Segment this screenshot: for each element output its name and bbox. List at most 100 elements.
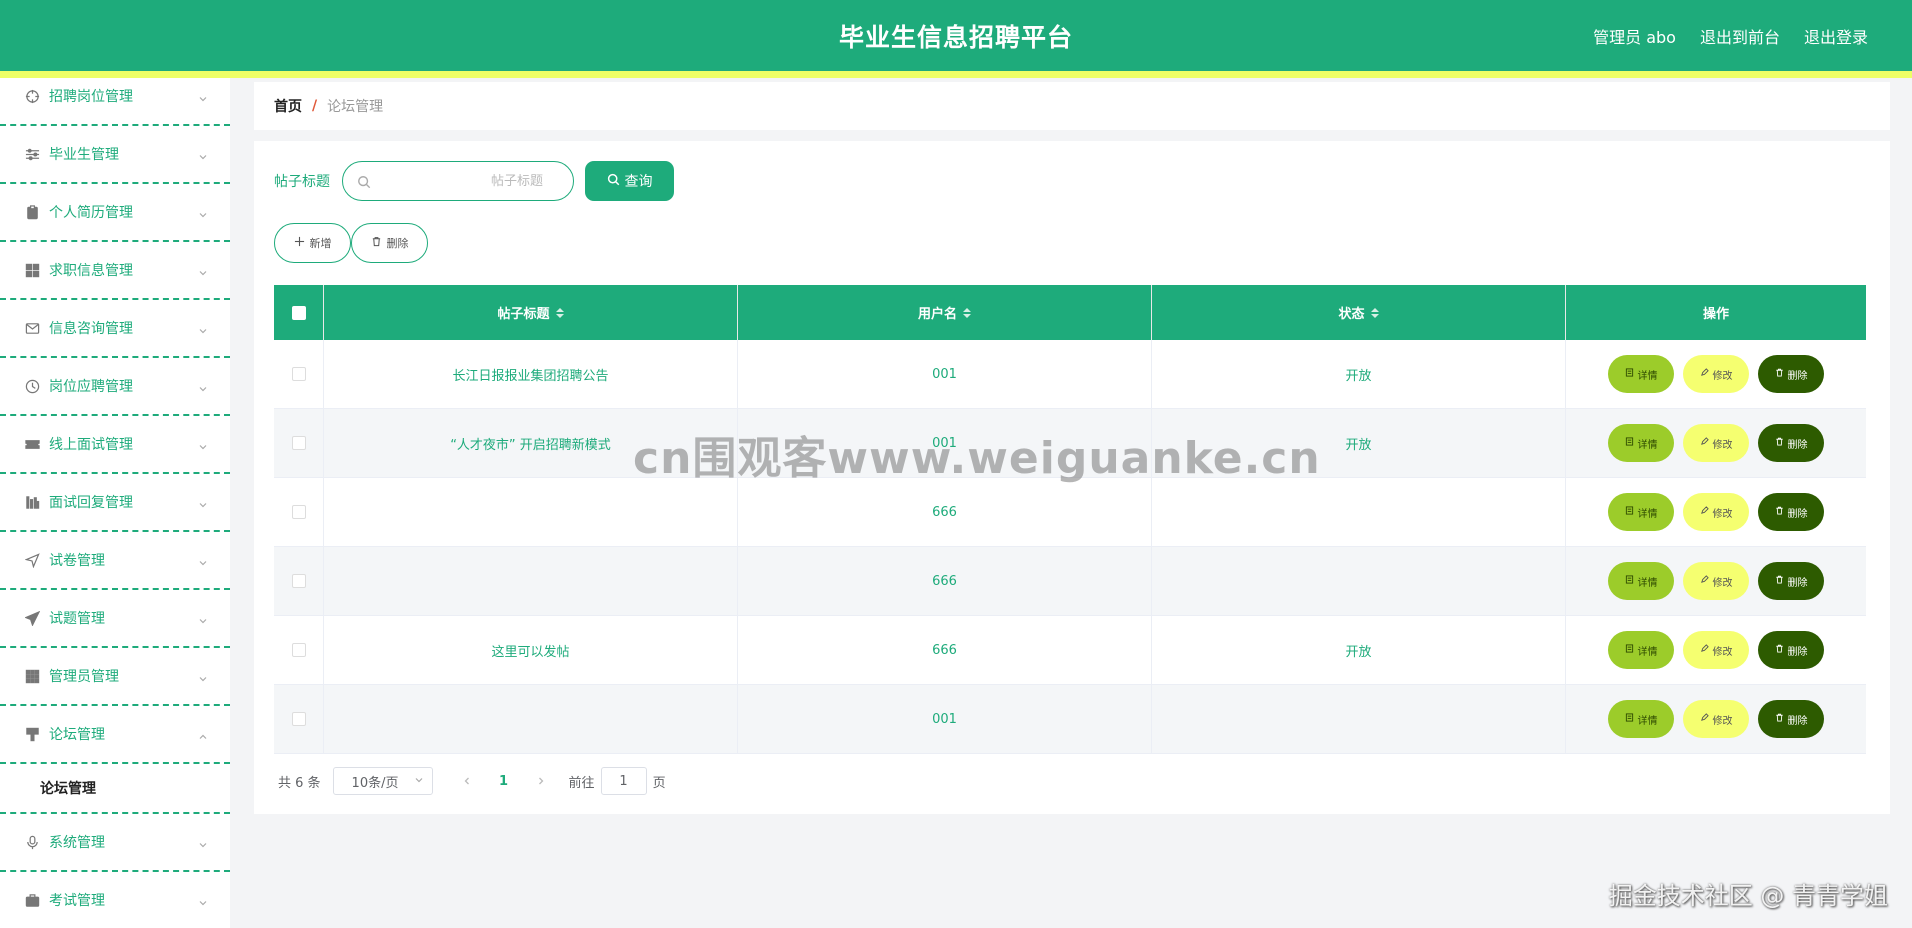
- detail-button[interactable]: 详情: [1608, 424, 1674, 462]
- detail-button[interactable]: 详情: [1608, 700, 1674, 738]
- submenu-item-forum[interactable]: 论坛管理: [0, 764, 230, 814]
- brush-icon: [24, 726, 40, 742]
- chevron-down-icon: [198, 89, 208, 102]
- prev-page-button[interactable]: [455, 767, 479, 795]
- document-icon: [1625, 368, 1634, 380]
- sidebar-item-label: 信息咨询管理: [49, 321, 133, 337]
- header-status[interactable]: 状态: [1152, 285, 1566, 340]
- batch-delete-button[interactable]: 删除: [351, 223, 428, 263]
- row-checkbox[interactable]: [291, 643, 306, 657]
- sidebar-item-4[interactable]: 信息咨询管理: [0, 300, 230, 358]
- search-box[interactable]: [342, 161, 574, 201]
- row-checkbox[interactable]: [291, 505, 306, 519]
- search-icon: [607, 173, 620, 190]
- header-title[interactable]: 帖子标题: [324, 285, 738, 340]
- sidebar-item-9[interactable]: 试题管理: [0, 590, 230, 648]
- delete-button[interactable]: 删除: [1758, 424, 1824, 462]
- sidebar-item-label: 考试管理: [49, 893, 105, 909]
- sidebar-item-1[interactable]: 毕业生管理: [0, 126, 230, 184]
- table-header: 帖子标题 用户名 状态 操作: [274, 285, 1866, 340]
- sidebar-item-label: 招聘岗位管理: [49, 89, 133, 105]
- sidebar-item-8[interactable]: 试卷管理: [0, 532, 230, 590]
- search-input[interactable]: [371, 173, 559, 189]
- chevron-down-icon: [198, 893, 208, 906]
- header-actions: 管理员 abo 退出到前台 退出登录: [1593, 24, 1868, 48]
- chevron-left-icon: [464, 777, 469, 785]
- page-size-select[interactable]: 10条/页: [332, 767, 433, 795]
- row-checkbox[interactable]: [291, 436, 306, 450]
- edit-button[interactable]: 修改: [1683, 424, 1749, 462]
- detail-button[interactable]: 详情: [1608, 562, 1674, 600]
- add-button[interactable]: 新增: [274, 223, 351, 263]
- table-row: 001 详情 修改 删除: [274, 685, 1866, 754]
- chevron-up-icon: [198, 727, 208, 739]
- batch-delete-label: 删除: [386, 237, 409, 250]
- goto-page-input[interactable]: [600, 767, 647, 795]
- delete-button[interactable]: 删除: [1758, 493, 1824, 531]
- page-number[interactable]: 1: [489, 774, 519, 789]
- header-operations: 操作: [1702, 307, 1729, 322]
- detail-button[interactable]: 详情: [1608, 355, 1674, 393]
- sidebar-item-12[interactable]: 系统管理: [0, 814, 230, 872]
- bars-icon: [24, 494, 40, 510]
- edit-button[interactable]: 修改: [1683, 700, 1749, 738]
- edit-button[interactable]: 修改: [1683, 355, 1749, 393]
- detail-button[interactable]: 详情: [1608, 631, 1674, 669]
- delete-button[interactable]: 删除: [1758, 355, 1824, 393]
- sidebar-item-label: 试卷管理: [49, 553, 105, 569]
- goto-front-link[interactable]: 退出到前台: [1700, 24, 1780, 48]
- sidebar-item-0[interactable]: 招聘岗位管理: [0, 68, 230, 126]
- microphone-icon: [24, 834, 40, 850]
- sidebar-item-3[interactable]: 求职信息管理: [0, 242, 230, 300]
- edit-button[interactable]: 修改: [1683, 631, 1749, 669]
- cell-status: 开放: [1152, 616, 1566, 684]
- ticket-icon: [24, 436, 40, 452]
- admin-user-label[interactable]: 管理员 abo: [1593, 24, 1676, 48]
- logout-link[interactable]: 退出登录: [1804, 24, 1868, 48]
- row-select-cell: [274, 478, 324, 546]
- chevron-down-icon: [198, 437, 208, 450]
- sidebar-item-label: 管理员管理: [49, 669, 119, 685]
- sidebar-item-label: 系统管理: [49, 835, 105, 851]
- sidebar-item-6[interactable]: 线上面试管理: [0, 416, 230, 474]
- edit-button[interactable]: 修改: [1683, 493, 1749, 531]
- row-select-cell: [274, 547, 324, 615]
- delete-button[interactable]: 删除: [1758, 631, 1824, 669]
- cell-operations: 详情 修改 删除: [1566, 547, 1866, 615]
- table-row: 长江日报报业集团招聘公告 001 开放 详情 修改 删除: [274, 340, 1866, 409]
- sidebar-item-7[interactable]: 面试回复管理: [0, 474, 230, 532]
- next-page-button[interactable]: [529, 767, 553, 795]
- navigation-icon: [24, 552, 40, 568]
- add-button-label: 新增: [309, 237, 332, 250]
- sidebar-item-label: 个人简历管理: [49, 205, 133, 221]
- breadcrumb-home[interactable]: 首页: [274, 96, 302, 116]
- sidebar-item-10[interactable]: 管理员管理: [0, 648, 230, 706]
- row-checkbox[interactable]: [291, 574, 306, 588]
- sidebar-item-5[interactable]: 岗位应聘管理: [0, 358, 230, 416]
- briefcase-icon: [24, 892, 40, 908]
- cell-status: 开放: [1152, 340, 1566, 408]
- delete-button[interactable]: 删除: [1758, 562, 1824, 600]
- select-all-checkbox[interactable]: [291, 305, 306, 320]
- sidebar-item-label: 求职信息管理: [49, 263, 133, 279]
- sidebar-item-label: 岗位应聘管理: [49, 379, 133, 395]
- cell-operations: 详情 修改 删除: [1566, 409, 1866, 477]
- chevron-down-icon: [198, 669, 208, 682]
- cell-title: 这里可以发帖: [324, 616, 738, 684]
- detail-button[interactable]: 详情: [1608, 493, 1674, 531]
- sidebar-item-2[interactable]: 个人简历管理: [0, 184, 230, 242]
- row-checkbox[interactable]: [291, 367, 306, 381]
- sidebar-item-13[interactable]: 考试管理: [0, 872, 230, 928]
- delete-button[interactable]: 删除: [1758, 700, 1824, 738]
- row-checkbox[interactable]: [291, 712, 306, 726]
- chevron-down-icon: [198, 611, 208, 624]
- pencil-icon: [1700, 644, 1709, 656]
- header-username[interactable]: 用户名: [738, 285, 1152, 340]
- cell-username: 001: [738, 685, 1152, 753]
- sidebar-item-11[interactable]: 论坛管理: [0, 706, 230, 764]
- edit-button[interactable]: 修改: [1683, 562, 1749, 600]
- query-button[interactable]: 查询: [585, 161, 674, 201]
- document-icon: [1625, 644, 1634, 656]
- trash-icon: [371, 236, 382, 250]
- row-select-cell: [274, 616, 324, 684]
